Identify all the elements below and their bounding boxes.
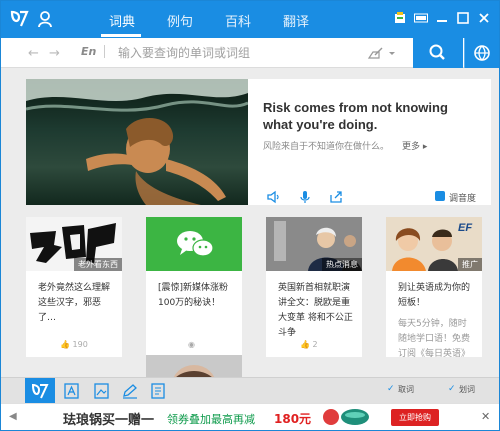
news-card[interactable]: [震惊]新媒体涨粉100万的秘诀！ ◉	[146, 217, 242, 357]
checkbox-icon[interactable]	[435, 191, 445, 201]
pen-icon[interactable]	[121, 383, 139, 399]
ad-banner[interactable]: ◀ 珐琅锅买一赠一 领券叠加最高再减 180元 立即抢购 ✕	[1, 403, 499, 430]
share-icon[interactable]	[329, 190, 343, 204]
card-image: 老外看东西	[26, 217, 122, 271]
tab-dictionary[interactable]: 词典	[109, 11, 135, 30]
user-icon[interactable]	[37, 10, 53, 28]
news-card[interactable]: 热点消息 英国新首相就职演讲全文：脱欧是重大变革 将和不公正斗争 👍 2	[266, 217, 362, 357]
skin-icon[interactable]	[393, 11, 407, 25]
document-icon[interactable]	[149, 383, 167, 399]
card-meta: 👍 2	[300, 340, 318, 349]
ad-headline: 珐琅锅买一赠一	[63, 413, 155, 428]
handwriting-icon[interactable]	[367, 46, 397, 60]
app-logo-icon[interactable]	[9, 9, 31, 29]
app-logo-icon	[31, 383, 49, 399]
minimize-icon[interactable]	[435, 11, 449, 25]
ad-buy-button[interactable]: 立即抢购	[391, 409, 439, 426]
check-icon[interactable]: ✓	[387, 385, 396, 394]
text-translate-icon[interactable]	[63, 383, 81, 399]
bottom-toolbar: ✓ 取词 ✓ 划词	[1, 377, 499, 404]
svg-text:EF: EF	[458, 222, 472, 234]
ad-price: 180元	[274, 412, 312, 426]
search-button[interactable]	[413, 38, 463, 68]
tab-translate[interactable]: 翻译	[283, 11, 309, 30]
daily-sentence-english: Risk comes from not knowing what you're …	[263, 100, 448, 132]
more-link[interactable]: 更多 ▸	[402, 139, 427, 152]
close-icon[interactable]: ✕	[481, 410, 490, 423]
tab-encyclopedia[interactable]: 百科	[225, 11, 251, 30]
card-image: 热点消息	[266, 217, 362, 271]
search-icon	[429, 44, 445, 60]
more-label: 更多	[402, 142, 421, 152]
chevron-right-icon: ▸	[422, 142, 428, 152]
language-selector[interactable]: En	[81, 45, 106, 58]
like-count: 2	[312, 340, 318, 349]
card-tag: 热点消息	[322, 258, 362, 271]
card-title: [震惊]新媒体涨粉100万的秘诀！	[158, 283, 229, 308]
active-tab-indicator	[101, 34, 141, 37]
badge-icon: ◉	[188, 340, 195, 349]
close-icon[interactable]	[477, 11, 491, 25]
like-count: 190	[72, 340, 88, 349]
checkbox-label: 调音度	[449, 194, 477, 204]
search-input[interactable]	[118, 43, 348, 63]
content-area: Risk comes from not knowing what you're …	[1, 69, 499, 377]
daily-sentence-chinese: 风险来自于不知道你在做什么。	[263, 142, 390, 152]
microphone-icon[interactable]	[298, 190, 312, 204]
news-card[interactable]: EF 推广 别让英语成为你的短板！ 每天5分钟，随时随地学口语！免费订阅《每日英…	[386, 217, 482, 359]
card-subtitle: 每天5分钟，随时随地学口语！免费订阅《每日英语》	[398, 319, 471, 359]
title-bar: 词典 例句 百科 翻译	[1, 1, 499, 38]
dictionary-window: 词典 例句 百科 翻译 ← → En 输入要查询的单词或词组 Risk come…	[0, 0, 500, 431]
ad-subtitle: 领券叠加最高再减	[167, 413, 255, 426]
speaker-icon[interactable]	[266, 190, 280, 204]
card-title: 英国新首相就职演讲全文：脱欧是重大变革 将和不公正斗争	[278, 283, 353, 338]
image-translate-icon[interactable]	[93, 383, 111, 399]
back-arrow-icon[interactable]: ←	[28, 46, 39, 61]
card-tag: 老外看东西	[74, 258, 122, 271]
thumbs-up-icon: 👍	[60, 340, 70, 349]
daily-sentence-photo[interactable]	[26, 79, 248, 205]
card-title: 老外竟然这么理解这些汉字，邪恶了…	[38, 283, 111, 323]
option-label: 划词	[459, 385, 475, 394]
card-image: EF 推广	[386, 217, 482, 271]
dictionary-mode-button[interactable]	[25, 378, 55, 404]
card-image	[173, 365, 215, 377]
card-meta: 👍 190	[60, 340, 88, 349]
news-card[interactable]: 老外看东西 老外竟然这么理解这些汉字，邪恶了… 👍 190	[26, 217, 122, 357]
globe-icon	[474, 45, 490, 61]
card-tag: 推广	[458, 258, 482, 271]
forward-arrow-icon[interactable]: →	[49, 46, 60, 61]
wechat-icon	[177, 231, 214, 257]
daily-sentence-card: Risk comes from not knowing what you're …	[26, 79, 491, 205]
tab-examples[interactable]: 例句	[167, 11, 193, 30]
maximize-icon[interactable]	[456, 11, 470, 25]
card-image	[146, 217, 242, 271]
search-bar: ← → En	[1, 38, 499, 68]
card-meta: ◉	[188, 340, 195, 349]
mini-mode-icon[interactable]	[414, 11, 428, 25]
card-title: 别让英语成为你的短板！	[398, 283, 471, 308]
news-card-partial[interactable]	[146, 355, 242, 377]
thumbs-up-icon: 👍	[300, 340, 310, 349]
chevron-left-icon[interactable]: ◀	[9, 411, 17, 422]
web-search-button[interactable]	[464, 38, 499, 68]
check-icon[interactable]: ✓	[448, 385, 457, 394]
ad-product-image	[323, 409, 369, 425]
option-label: 取词	[398, 385, 414, 394]
